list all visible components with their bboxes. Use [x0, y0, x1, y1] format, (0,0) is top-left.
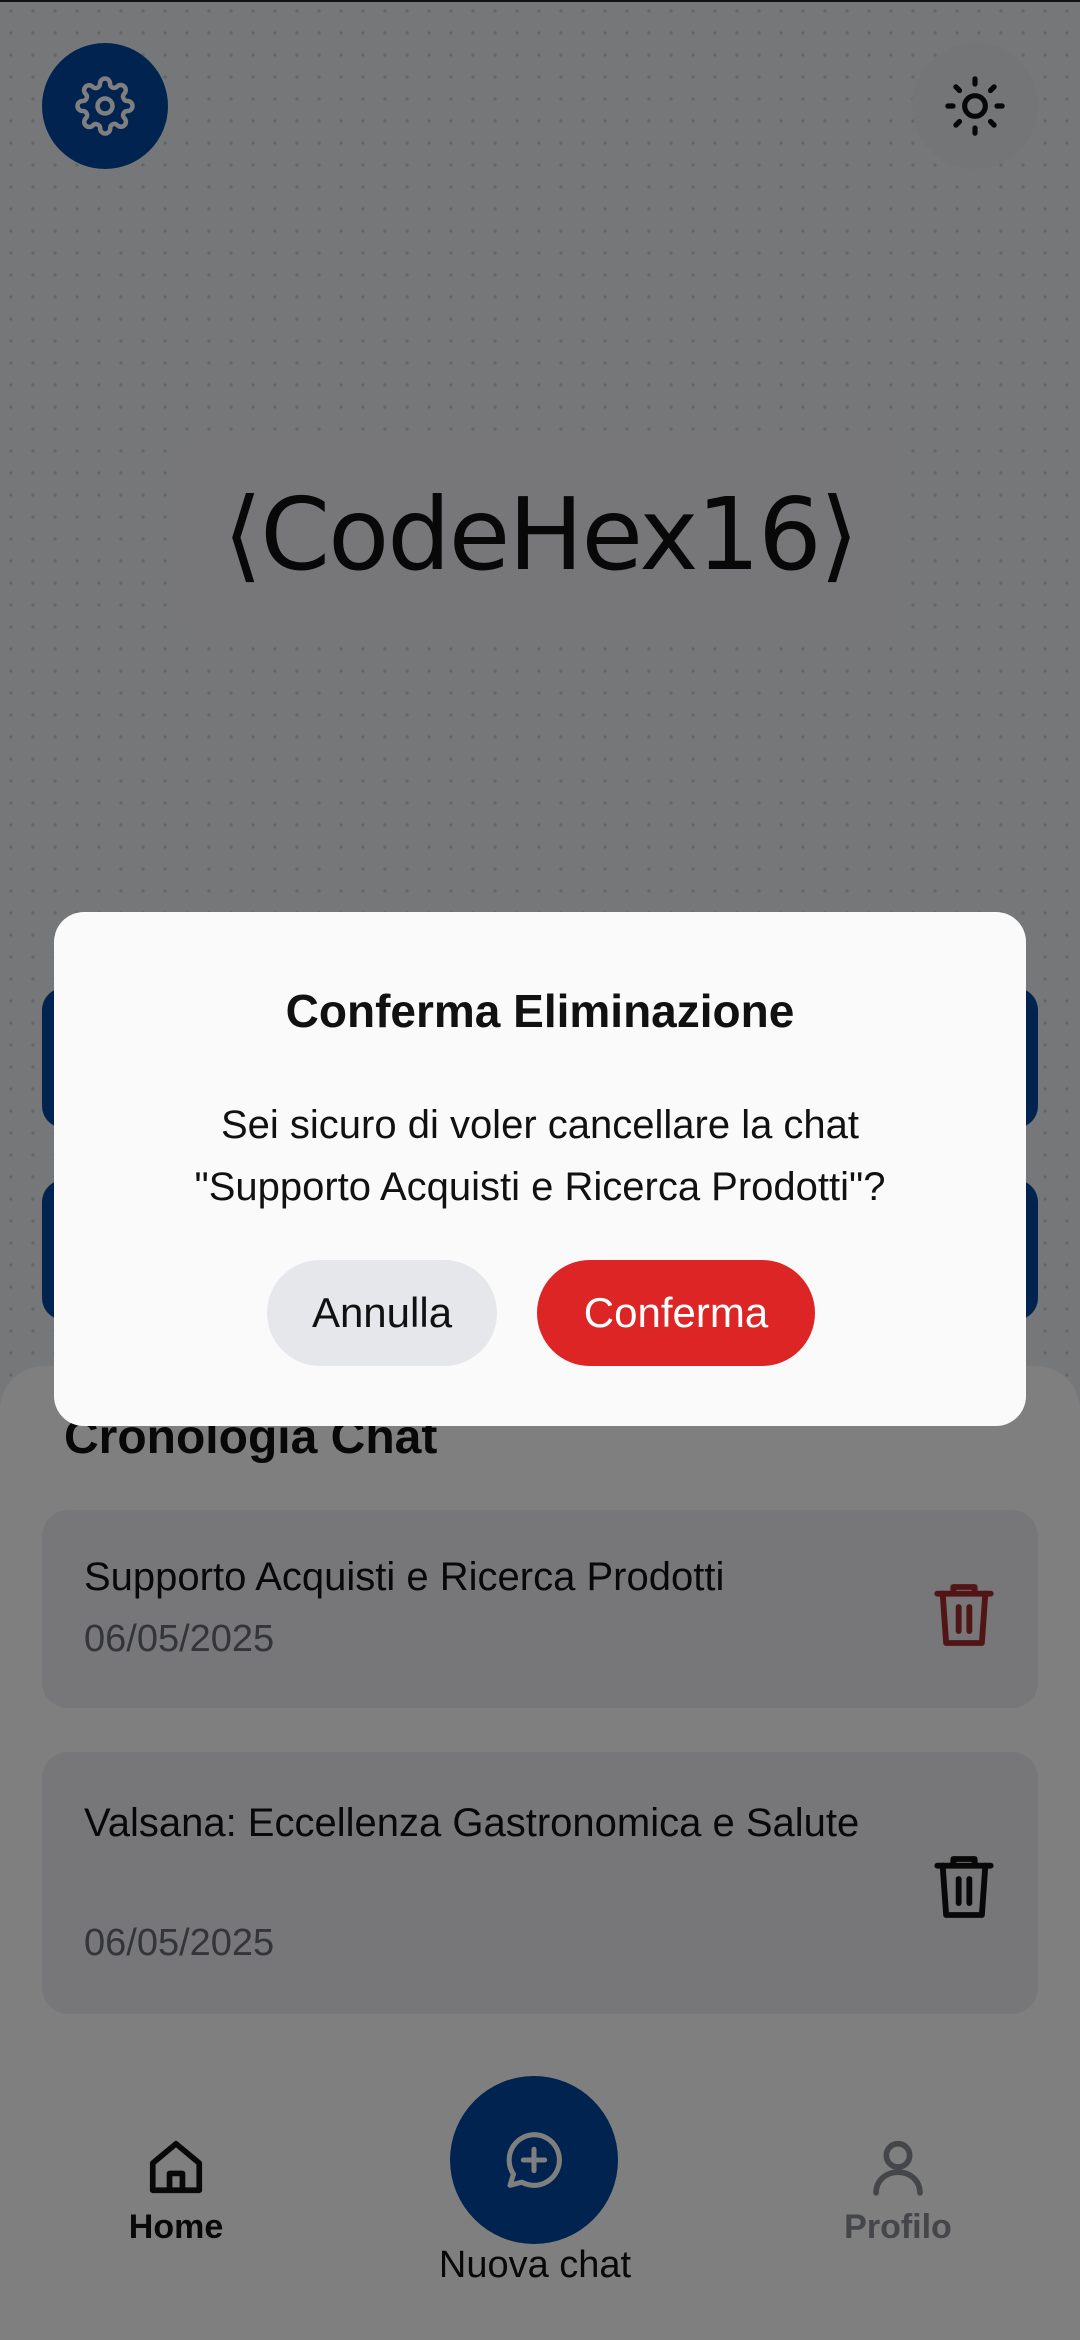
status-bar-edge [0, 0, 1080, 2]
dialog-title: Conferma Eliminazione [285, 985, 795, 1037]
dialog-message: Sei sicuro di voler cancellare la chat "… [194, 1103, 886, 1209]
confirm-delete-dialog: Conferma Eliminazione Sei sicuro di vole… [54, 912, 1026, 1426]
cancel-button[interactable]: Annulla [267, 1260, 497, 1366]
confirm-button[interactable]: Conferma [537, 1260, 815, 1366]
